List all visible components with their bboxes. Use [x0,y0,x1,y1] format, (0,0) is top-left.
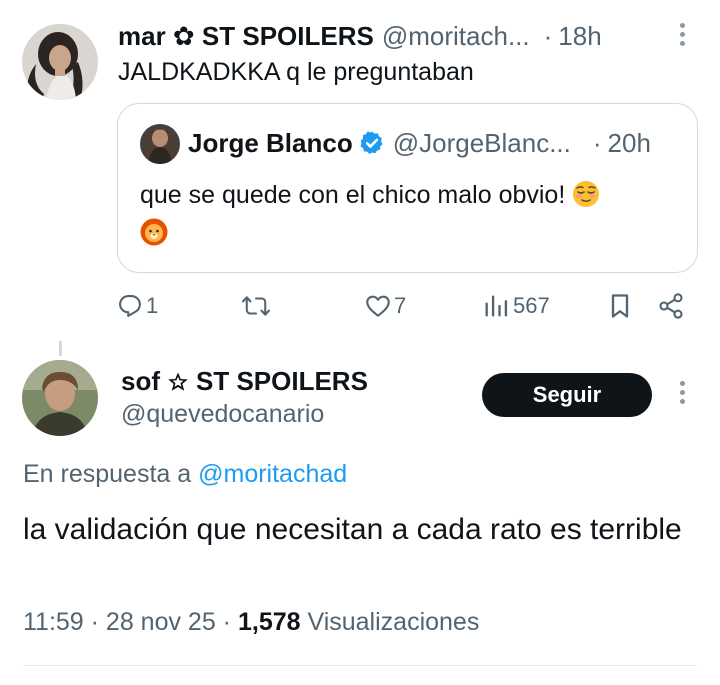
author-name-rest: ST SPOILERS [196,366,368,396]
separator-dot: · [592,127,602,158]
tweet-text: la validación que necesitan a cada rato … [23,513,682,546]
views-chart-icon [485,295,508,317]
more-options-button[interactable] [671,378,693,408]
author-handle[interactable]: @moritach... [382,21,530,52]
timestamp[interactable]: 18h [558,21,601,52]
author-handle[interactable]: @quevedocanario [121,400,324,429]
like-button[interactable]: 7 [364,292,406,320]
author-name-first: sof [121,366,160,396]
like-count: 7 [394,293,407,318]
reply-prefix: En respuesta a [23,460,192,488]
tweet-header: mar ✿ ST SPOILERS @moritach... · 18h [118,20,602,52]
relieved-face-emoji-icon [572,180,600,208]
share-button[interactable] [657,292,685,320]
author-name[interactable]: mar ✿ ST SPOILERS [118,21,374,52]
views-button[interactable]: 567 [483,292,550,320]
thread-connector [59,341,62,356]
retweet-icon [242,296,270,316]
views-label: Visualizaciones [300,608,480,636]
views-count: 567 [513,293,550,318]
share-icon [659,293,683,319]
bookmark-icon [611,294,629,318]
quoted-text-body: que se quede con el chico malo obvio! [140,181,566,209]
views-total: 1,578 [237,608,301,636]
separator-dot: · [543,20,553,51]
tweet-text: JALDKADKKA q le preguntaban [118,58,474,86]
tweet-meta: 11:59 · 28 nov 25 · 1,578 Visualizacione… [23,608,479,637]
quoted-timestamp: 20h [607,127,651,158]
reply-button[interactable]: 1 [116,292,158,320]
quoted-author-name: Jorge Blanco [188,127,353,158]
star-icon [166,370,190,394]
reply-icon [119,295,141,317]
more-icon [671,378,693,404]
retweet-button[interactable] [241,292,271,320]
avatar[interactable] [22,360,98,436]
quoted-author-handle: @JorgeBlanc... [392,127,571,158]
author-name[interactable]: sof ST SPOILERS [121,366,368,397]
more-options-button[interactable] [671,20,693,50]
quoted-header: Jorge Blanco @JorgeBlanc... · 20h [188,126,651,160]
reply-mention-link[interactable]: @moritachad [198,460,347,488]
tweet-datetime[interactable]: 11:59 · 28 nov 25 · [23,608,238,636]
more-icon [671,20,693,46]
follow-button[interactable]: Seguir [482,373,652,417]
quoted-avatar [140,124,180,164]
divider [23,665,697,666]
bookmark-button[interactable] [608,292,632,320]
tweet-actions: 1 7 567 [0,288,720,324]
verified-badge-icon [359,130,385,156]
heart-icon [366,295,390,317]
avatar[interactable] [22,24,98,100]
reply-count: 1 [146,293,159,318]
lion-face-emoji-icon [140,218,168,246]
quoted-text: que se quede con el chico malo obvio! [140,176,685,252]
reply-context: En respuesta a @moritachad [23,460,347,489]
